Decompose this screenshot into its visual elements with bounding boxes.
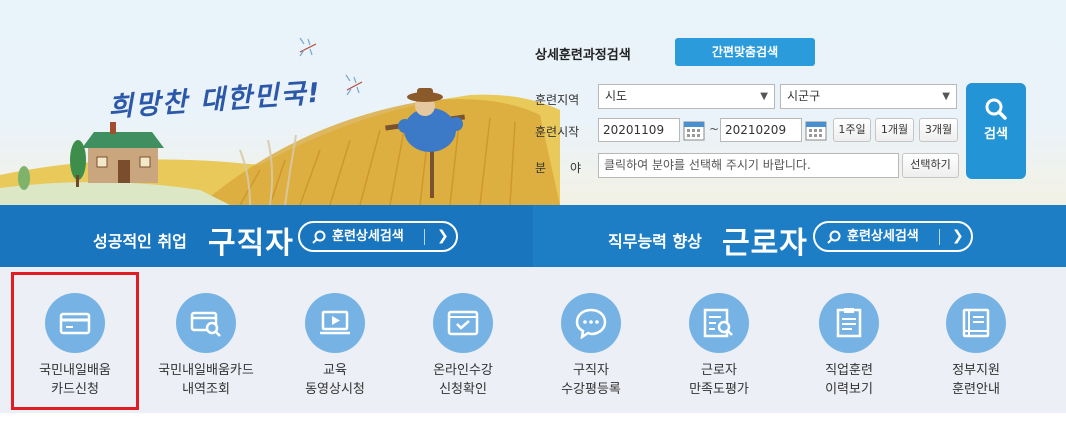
worker-banner: 직무능력 향상 근로자 훈련상세검색 ❯ [533, 205, 1066, 267]
district-select-value: 시군구 [787, 89, 821, 103]
calendar-icon[interactable] [683, 119, 705, 141]
menu-label-line1: 교육 [323, 363, 347, 378]
menu-card-history[interactable]: 국민내일배움카드 내역조회 [142, 267, 270, 413]
chevron-down-icon: ▼ [760, 91, 768, 102]
chevron-right-icon: ❯ [952, 228, 964, 244]
slogan-mark: ! [306, 77, 323, 110]
date-separator: ~ [709, 122, 720, 136]
region-select[interactable]: 시도 ▼ [598, 84, 775, 109]
menu-label-line2: 내역조회 [182, 382, 230, 397]
menu-label-line2: 동영상시청 [305, 382, 365, 397]
menu-satisfaction[interactable]: 근로자 만족도평가 [655, 267, 783, 413]
worker-title: 근로자 [722, 226, 808, 261]
guide-book-icon [946, 293, 1006, 353]
date-to-input[interactable]: 20210209 [720, 118, 802, 142]
menu-gov-guide[interactable]: 정부지원 훈련안내 [912, 267, 1040, 413]
menu-label-line1: 온라인수강 [433, 363, 493, 378]
panel-title: 상세훈련과정검색 [535, 48, 631, 63]
menu-label-line2: 이력보기 [825, 382, 873, 397]
survey-icon [689, 293, 749, 353]
start-date-label: 훈련시작 [535, 125, 580, 139]
button-divider [424, 229, 425, 245]
jobseeker-button-label: 훈련상세검색 [332, 229, 404, 244]
menu-label-line1: 국민내일배움카드 [158, 363, 254, 378]
search-icon [312, 230, 326, 244]
menu-label-line2: 신청확인 [439, 382, 487, 397]
worker-sub: 직무능력 향상 [608, 232, 702, 251]
history-icon [819, 293, 879, 353]
target-banner: 성공적인 취업 구직자 훈련상세검색 ❯ 직무능력 향상 근로자 훈련상세검색 … [0, 205, 1066, 267]
chevron-right-icon: ❯ [437, 228, 449, 244]
search-button[interactable]: 검색 [966, 83, 1026, 179]
select-field-button[interactable]: 선택하기 [902, 153, 959, 178]
date-from-input[interactable]: 20201109 [598, 118, 680, 142]
jobseeker-detail-search-button[interactable]: 훈련상세검색 ❯ [298, 221, 458, 252]
menu-label-line1: 정부지원 [952, 363, 1000, 378]
search-button-label: 검색 [984, 127, 1008, 142]
worker-detail-search-button[interactable]: 훈련상세검색 ❯ [813, 221, 973, 252]
jobseeker-banner: 성공적인 취업 구직자 훈련상세검색 ❯ [0, 205, 533, 267]
jobseeker-title: 구직자 [208, 226, 294, 261]
menu-label-line2: 훈련안내 [952, 382, 1000, 397]
menu-training-history[interactable]: 직업훈련 이력보기 [785, 267, 913, 413]
district-select[interactable]: 시군구 ▼ [780, 84, 957, 109]
menu-review[interactable]: 구직자 수강평등록 [527, 267, 655, 413]
menu-edu-video[interactable]: 교육 동영상시청 [271, 267, 399, 413]
period-1week-button[interactable]: 1주일 [833, 118, 871, 142]
menu-online-check[interactable]: 온라인수강 신청확인 [399, 267, 527, 413]
highlight-box [11, 272, 139, 410]
chevron-down-icon: ▼ [942, 91, 950, 102]
menu-label-line2: 만족도평가 [689, 382, 749, 397]
region-select-value: 시도 [605, 89, 628, 103]
menu-label-line2: 수강평등록 [561, 382, 621, 397]
online-check-icon [433, 293, 493, 353]
jobseeker-sub: 성공적인 취업 [93, 232, 187, 251]
quick-menu: 국민내일배움 카드신청 국민내일배움카드 내역조회 교육 동영상시청 온라인수강… [0, 267, 1066, 413]
region-label: 훈련지역 [535, 93, 580, 107]
menu-label-line1: 직업훈련 [825, 363, 873, 378]
chat-icon [561, 293, 621, 353]
hero-section: 희망찬 대한민국! 상세훈련과정검색 간편맞춤검색 훈련지역 시도 ▼ 시군구 … [0, 0, 1066, 205]
button-divider [939, 229, 940, 245]
period-3month-button[interactable]: 3개월 [919, 118, 958, 142]
field-label: 분 야 [535, 161, 582, 175]
search-icon [827, 230, 841, 244]
search-icon [985, 98, 1007, 120]
quick-search-button[interactable]: 간편맞춤검색 [675, 38, 815, 66]
menu-label-line1: 근로자 [701, 363, 737, 378]
field-input[interactable]: 클릭하여 분야를 선택해 주시기 바랍니다. [598, 153, 899, 178]
video-icon [305, 293, 365, 353]
menu-label-line1: 구직자 [573, 363, 609, 378]
worker-button-label: 훈련상세검색 [847, 229, 919, 244]
period-1month-button[interactable]: 1개월 [875, 118, 914, 142]
card-search-icon [176, 293, 236, 353]
calendar-icon[interactable] [805, 119, 827, 141]
detailed-search-panel: 상세훈련과정검색 간편맞춤검색 훈련지역 시도 ▼ 시군구 ▼ 훈련시작 202… [535, 38, 1026, 198]
